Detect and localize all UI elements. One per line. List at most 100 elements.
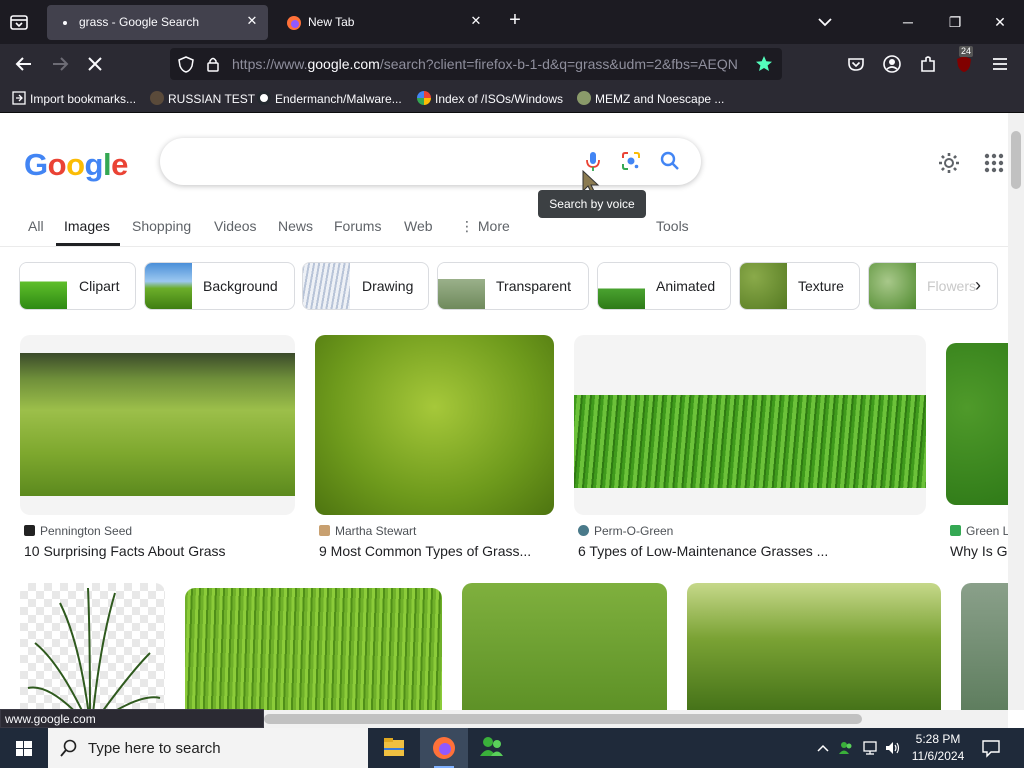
status-url: www.google.com (0, 709, 264, 728)
image-result-thumbnail[interactable] (20, 583, 165, 710)
tab-shopping[interactable]: Shopping (132, 218, 191, 234)
chip-thumbnail (303, 263, 350, 309)
firefox-icon (286, 15, 302, 31)
file-explorer-taskbar-icon[interactable] (370, 728, 418, 768)
tab-more[interactable]: ⋮ More (460, 218, 510, 235)
close-tab-icon[interactable]: ✕ (468, 13, 484, 29)
bookmark-russian-test[interactable]: RUSSIAN TEST (150, 91, 255, 106)
firefox-taskbar-icon[interactable] (420, 728, 468, 768)
bookmark-memz[interactable]: MEMZ and Noescape ... (577, 91, 724, 106)
tab-images[interactable]: Images (64, 218, 110, 234)
show-hidden-icons-chevron[interactable] (814, 739, 832, 757)
site-icon (150, 91, 164, 105)
taskbar-search-box[interactable]: Type here to search (48, 728, 368, 768)
window-close-icon[interactable]: ✕ (990, 12, 1010, 32)
image-result-thumbnail[interactable] (462, 583, 667, 710)
result-title[interactable]: Why Is G (950, 543, 1008, 559)
image-result-thumbnail[interactable] (185, 588, 442, 710)
restore-icon[interactable]: ❐ (945, 12, 965, 32)
lock-icon[interactable] (206, 56, 220, 77)
chip-thumbnail (438, 263, 485, 309)
chip-thumbnail (869, 263, 916, 309)
bookmark-star-icon[interactable] (755, 55, 773, 78)
chips-next-arrow-icon[interactable]: › (966, 273, 990, 297)
tab-title: New Tab (308, 15, 355, 29)
tab-all[interactable]: All (28, 218, 44, 234)
tab-list-icon[interactable] (8, 11, 30, 33)
google-apps-grid-icon[interactable] (984, 153, 1004, 173)
import-icon (12, 91, 26, 105)
search-type-tabs: All Images Shopping Videos News Forums W… (0, 213, 1008, 247)
result-title[interactable]: 9 Most Common Types of Grass... (319, 543, 531, 559)
minimize-icon[interactable]: ─ (898, 12, 918, 32)
action-center-icon[interactable] (980, 737, 1002, 759)
close-tab-icon[interactable]: ✕ (244, 13, 260, 29)
result-thumbnail[interactable] (20, 335, 295, 515)
tab-title: grass - Google Search (79, 15, 200, 29)
result-thumbnail[interactable] (574, 335, 926, 515)
settings-gear-icon[interactable] (937, 151, 961, 175)
tab-news[interactable]: News (278, 218, 313, 234)
scrollbar-thumb[interactable] (1011, 131, 1021, 189)
tracking-protection-shield-icon[interactable] (178, 56, 194, 78)
back-button[interactable] (13, 53, 35, 75)
chip-drawing[interactable]: Drawing (302, 262, 429, 310)
loading-dot-icon (57, 15, 73, 31)
site-favicon (950, 525, 961, 536)
tab-forums[interactable]: Forums (334, 218, 381, 234)
bookmark-import[interactable]: Import bookmarks... (12, 91, 136, 106)
chip-animated[interactable]: Animated (597, 262, 731, 310)
address-bar[interactable]: https://www.google.com/search?client=fir… (170, 48, 782, 80)
result-title[interactable]: 10 Surprising Facts About Grass (24, 543, 226, 559)
people-app-taskbar-icon[interactable] (468, 728, 516, 768)
tab-tools[interactable]: Tools (656, 218, 689, 234)
vertical-scrollbar[interactable] (1008, 113, 1024, 710)
start-button[interactable] (0, 728, 48, 768)
chip-clipart[interactable]: Clipart (19, 262, 136, 310)
bookmark-endermanch[interactable]: Endermanch/Malware... (257, 91, 402, 106)
chip-texture[interactable]: Texture (739, 262, 860, 310)
list-all-tabs-chevron-icon[interactable] (815, 12, 835, 32)
result-thumbnail[interactable] (946, 343, 1008, 505)
image-result-thumbnail[interactable] (961, 583, 1008, 710)
chip-background[interactable]: Background (144, 262, 295, 310)
extensions-icon[interactable] (917, 53, 939, 75)
image-result-thumbnail[interactable] (687, 583, 941, 710)
chip-transparent[interactable]: Transparent (437, 262, 589, 310)
google-lens-icon[interactable] (620, 150, 642, 172)
result-source[interactable]: Green L (950, 524, 1008, 538)
taskbar-search-placeholder: Type here to search (88, 740, 221, 757)
forward-button[interactable] (49, 53, 71, 75)
pocket-icon[interactable] (845, 53, 867, 75)
tab-web[interactable]: Web (404, 218, 433, 234)
volume-icon[interactable] (884, 739, 902, 757)
hamburger-menu-icon[interactable] (989, 53, 1011, 75)
search-icon[interactable] (659, 150, 681, 172)
tab-google-search[interactable]: grass - Google Search ✕ (47, 5, 268, 40)
result-thumbnail[interactable] (315, 335, 554, 515)
horizontal-scrollbar[interactable] (264, 710, 1008, 728)
stop-loading-button[interactable] (84, 53, 106, 75)
result-source[interactable]: Perm-O-Green (578, 524, 673, 538)
system-clock[interactable]: 5:28 PM 11/6/2024 (903, 731, 973, 765)
result-title[interactable]: 6 Types of Low-Maintenance Grasses ... (578, 543, 828, 559)
tab-new-tab[interactable]: New Tab ✕ (276, 5, 492, 40)
site-favicon (319, 525, 330, 536)
site-favicon (578, 525, 589, 536)
search-input[interactable] (180, 150, 580, 172)
account-icon[interactable] (881, 53, 903, 75)
windows-taskbar: Type here to search 5:28 PM 11/6/2024 (0, 728, 1024, 768)
result-source[interactable]: Pennington Seed (24, 524, 132, 538)
people-tray-icon[interactable] (837, 739, 855, 757)
network-icon[interactable] (861, 739, 879, 757)
search-box[interactable] (160, 138, 701, 185)
scrollbar-thumb[interactable] (264, 714, 862, 724)
google-logo[interactable]: Google (24, 147, 128, 183)
bookmark-index-isos[interactable]: Index of /ISOs/Windows (417, 91, 563, 106)
clock-date: 11/6/2024 (911, 749, 965, 763)
ublock-extension-icon[interactable]: 24 (953, 46, 975, 75)
tab-videos[interactable]: Videos (214, 218, 257, 234)
result-source[interactable]: Martha Stewart (319, 524, 416, 538)
new-tab-button[interactable]: + (505, 10, 525, 31)
chip-thumbnail (598, 263, 645, 309)
